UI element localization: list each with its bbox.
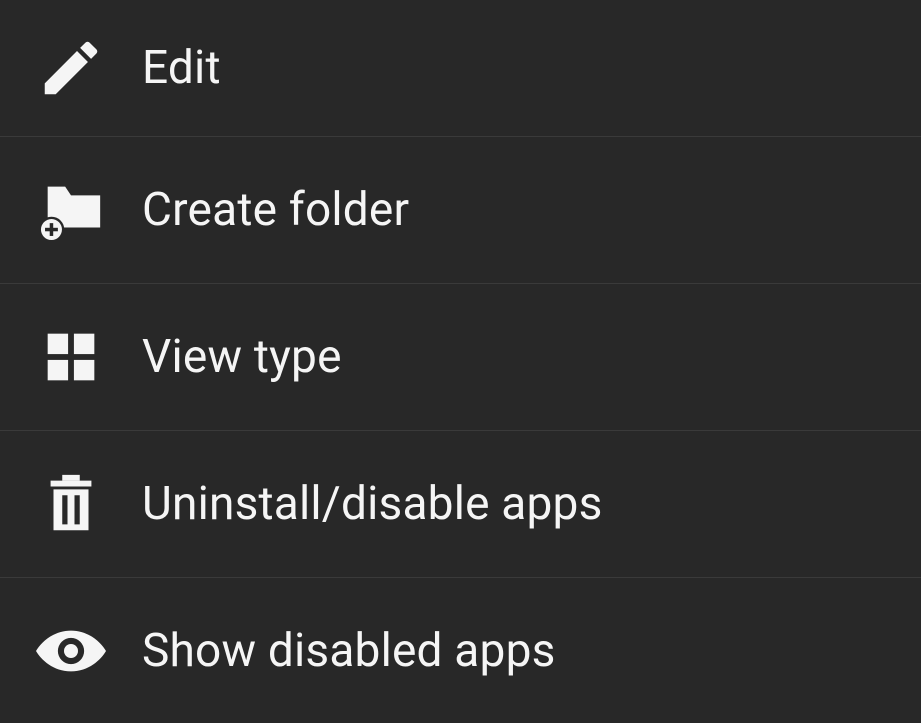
grid-icon (36, 322, 106, 392)
menu-item-edit[interactable]: Edit (0, 0, 921, 137)
eye-icon (36, 616, 106, 686)
menu-item-create-folder[interactable]: Create folder (0, 137, 921, 284)
menu-item-show-disabled[interactable]: Show disabled apps (0, 578, 921, 723)
menu-item-label: Create folder (142, 183, 409, 237)
context-menu: Edit Create folder View type (0, 0, 921, 723)
menu-item-label: View type (142, 330, 342, 384)
pencil-icon (36, 33, 106, 103)
menu-item-label: Show disabled apps (142, 624, 556, 678)
menu-item-view-type[interactable]: View type (0, 284, 921, 431)
menu-item-uninstall-apps[interactable]: Uninstall/disable apps (0, 431, 921, 578)
folder-add-icon (36, 175, 106, 245)
menu-item-label: Edit (142, 41, 221, 95)
menu-item-label: Uninstall/disable apps (142, 477, 603, 531)
trash-icon (36, 469, 106, 539)
